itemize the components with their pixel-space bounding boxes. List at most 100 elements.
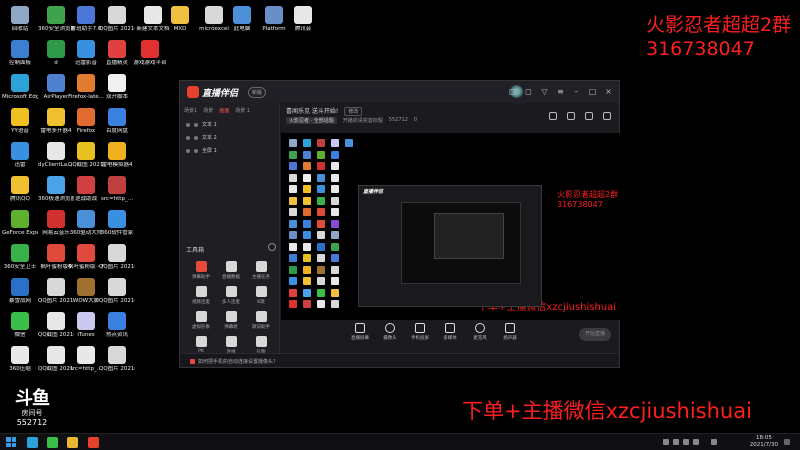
desktop-icon[interactable]: 直播精灵 — [99, 40, 135, 66]
desktop-icon[interactable]: 双开脚本 — [99, 74, 135, 100]
edit-title-button[interactable]: 修改 — [344, 107, 363, 116]
stream-category[interactable]: 火影忍者 · 全部话题 — [286, 117, 337, 124]
start-button[interactable] — [6, 437, 16, 447]
desktop-icon[interactable]: 热点资讯 — [99, 312, 135, 338]
source-label: 手机投屏 — [411, 336, 429, 341]
desktop-icon[interactable]: QQ图片 20210719... — [99, 6, 135, 32]
close-button[interactable]: × — [604, 87, 613, 96]
window-titlebar[interactable]: 直播伴侣 新版 ▢ ◻ ▽ ≡ – □ × — [180, 81, 619, 103]
lock-icon[interactable] — [194, 135, 198, 140]
visibility-icon[interactable] — [186, 122, 190, 127]
tool-icon — [195, 311, 207, 322]
network-icon[interactable] — [683, 439, 689, 445]
desktop-shortcut-icon — [77, 312, 95, 330]
desktop-icon[interactable]: 360软件管家 — [99, 210, 135, 236]
desktop-shortcut-icon — [11, 108, 29, 126]
wechat-taskbar-icon[interactable] — [47, 437, 58, 448]
scene-item[interactable]: 文本 2 — [180, 131, 279, 144]
screenshot-icon[interactable] — [585, 112, 593, 120]
desktop-icon[interactable]: 360安全卫士 — [2, 244, 38, 270]
gift-icon[interactable]: ◻ — [524, 87, 533, 96]
edge-taskbar-icon[interactable] — [27, 437, 38, 448]
scene-panel: 场景1 场景 画面 场景 1 文本 1 文本 2 全屏 1 工具箱 弹幕助手 直播数据 主播任… — [180, 103, 280, 367]
source-button[interactable]: 扬声器 — [497, 323, 523, 341]
more-tools-icon[interactable] — [268, 243, 276, 251]
tools-grid: 弹幕助手直播数据主播任务视频连麦多人连麦K歌虚拟形象弹幕姬歌词助手PK连线礼物 — [186, 261, 276, 355]
panel-tab[interactable]: 画面 — [219, 107, 229, 114]
tool-button[interactable]: 歌词助手 — [246, 311, 276, 330]
shirt-icon[interactable]: ▽ — [540, 87, 549, 96]
scene-item[interactable]: 文本 1 — [180, 118, 279, 131]
desktop-icon[interactable]: 控制面板 — [2, 40, 38, 66]
clock[interactable]: 18:05 2021/7/30 — [750, 435, 778, 448]
desktop-icon[interactable]: 游戏游戏平台 — [132, 40, 168, 66]
promo-overlay: 下单+主播微信xzcjiushishuai — [462, 399, 752, 423]
preview-desktop-icon — [303, 277, 311, 285]
stream-title[interactable]: 喜闻乐见 送斗开始! — [286, 108, 338, 115]
scene-item[interactable]: 全屏 1 — [180, 144, 279, 157]
desktop-icon[interactable]: 百度网盘 — [99, 108, 135, 134]
tool-button[interactable]: 直播数据 — [216, 261, 246, 280]
tray-icon[interactable] — [663, 439, 669, 445]
record-icon[interactable] — [567, 112, 575, 120]
maximize-button[interactable]: □ — [588, 87, 597, 96]
tool-button[interactable]: 主播任务 — [246, 261, 276, 280]
desktop-icon[interactable]: Microsoft Edge — [2, 74, 38, 100]
stream-preview[interactable]: 火影忍者超超2群 316738047 下单+主播微信xzcjiushishuai… — [281, 133, 620, 320]
folder-taskbar-icon[interactable] — [67, 437, 78, 448]
start-live-button[interactable]: 开始直播 — [579, 328, 611, 341]
lock-icon[interactable] — [194, 148, 198, 153]
tool-label: 虚拟形象 — [192, 325, 210, 330]
volume-icon[interactable] — [693, 439, 699, 445]
status-text[interactable]: 如何把手机的自动连接设置摄像头？ — [198, 359, 278, 365]
minimize-button[interactable]: – — [572, 87, 581, 96]
desktop-icon[interactable]: 雷电模拟器4 — [99, 142, 135, 168]
lock-icon[interactable] — [194, 122, 198, 127]
panel-tab[interactable]: 场景 1 — [235, 107, 250, 114]
panel-tab[interactable]: 场景1 — [184, 107, 197, 114]
desktop-icon[interactable]: 暴雪战网 — [2, 278, 38, 304]
source-button[interactable]: 麦克风 — [467, 323, 493, 341]
lock-icon[interactable] — [549, 112, 557, 120]
tool-button[interactable]: 虚拟形象 — [186, 311, 216, 330]
desktop-icon[interactable]: QQ图片 20210722... — [99, 346, 135, 372]
desktop-icon[interactable]: 腾讯QQ — [2, 176, 38, 202]
version-badge[interactable]: 新版 — [248, 87, 267, 98]
visibility-icon[interactable] — [186, 135, 190, 140]
message-icon[interactable]: ▢ — [508, 87, 517, 96]
source-button[interactable]: 摄像头 — [377, 323, 403, 341]
desktop-icon[interactable]: QQ图片 20210719... — [99, 278, 135, 304]
source-button[interactable]: 多媒体 — [437, 323, 463, 341]
desktop-icon[interactable]: YY语音 — [2, 108, 38, 134]
desktop-icon[interactable]: 360压缩 — [2, 346, 38, 372]
panel-tab[interactable]: 场景 — [203, 107, 213, 114]
desktop-icon[interactable]: 腾讯会 — [285, 6, 321, 32]
desktop-icon[interactable]: 此电脑 — [224, 6, 260, 32]
notification-icon[interactable] — [784, 439, 790, 445]
desktop-icon[interactable]: src=http_... — [99, 176, 135, 202]
source-button[interactable]: 手机投屏 — [407, 323, 433, 341]
tool-button[interactable]: 视频连麦 — [186, 286, 216, 305]
live-companion-taskbar-icon[interactable] — [88, 437, 99, 448]
tool-button[interactable]: 弹幕助手 — [186, 261, 216, 280]
desktop-icon[interactable]: 微信 — [2, 312, 38, 338]
preview-desktop-icon — [289, 208, 297, 216]
source-button[interactable]: 直播屏幕 — [347, 323, 373, 341]
desktop-icon[interactable]: MXD — [162, 6, 198, 32]
tool-button[interactable]: 弹幕姬 — [216, 311, 246, 330]
desktop-shortcut-icon — [77, 210, 95, 228]
desktop-icon[interactable]: QQ图片 20210719... — [99, 244, 135, 270]
desktop-icon[interactable]: 回收站 — [2, 6, 38, 32]
desktop-icon[interactable]: GeForce Experience — [2, 210, 38, 236]
live-companion-window[interactable]: 直播伴侣 新版 ▢ ◻ ▽ ≡ – □ × 场景1 场景 画面 场景 1 文本 1 文本… — [179, 80, 620, 368]
tool-button[interactable]: K歌 — [246, 286, 276, 305]
menu-icon[interactable]: ≡ — [556, 87, 565, 96]
tool-icon — [255, 311, 267, 322]
desktop-icon[interactable]: 迅雷 — [2, 142, 38, 168]
network-icon[interactable] — [673, 439, 679, 445]
visibility-icon[interactable] — [186, 148, 190, 153]
tool-button[interactable]: 多人连麦 — [216, 286, 246, 305]
share-icon[interactable] — [603, 112, 611, 120]
taskbar: 18:05 2021/7/30 — [0, 433, 800, 450]
ime-icon[interactable] — [711, 439, 717, 445]
